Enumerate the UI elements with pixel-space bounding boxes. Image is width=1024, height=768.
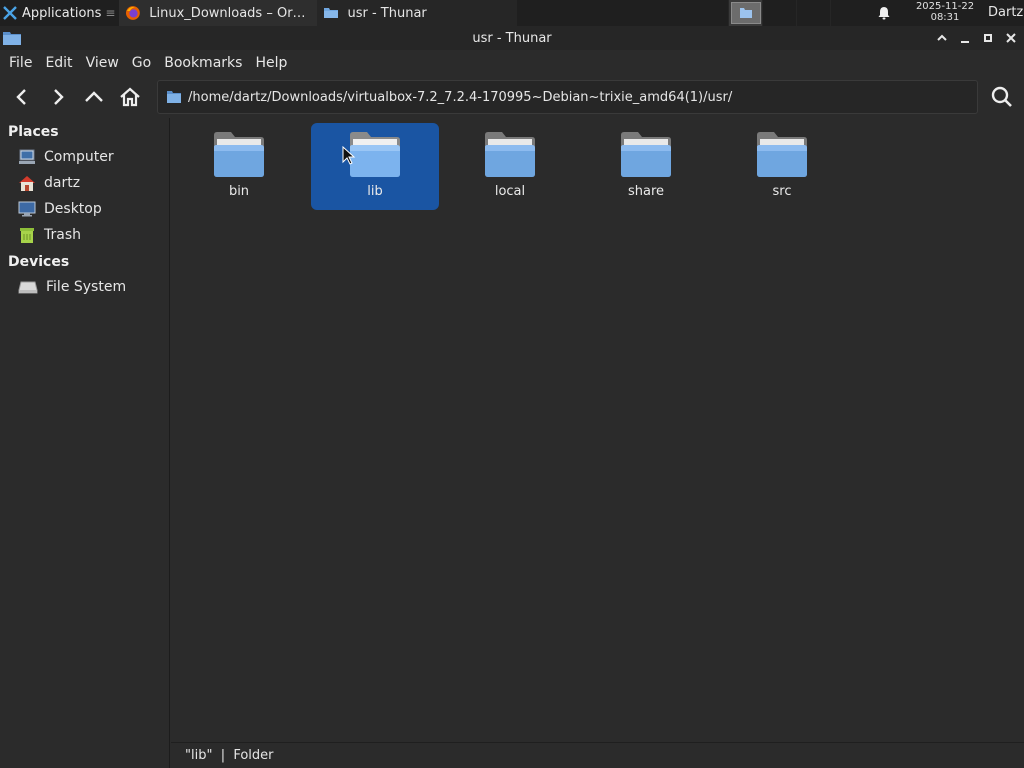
maximize-icon bbox=[983, 34, 992, 42]
sidebar-item-desktop[interactable]: Desktop bbox=[0, 196, 169, 222]
close-icon bbox=[1005, 33, 1016, 43]
menu-edit[interactable]: Edit bbox=[40, 55, 77, 71]
menu-help[interactable]: Help bbox=[250, 55, 292, 71]
menu-go[interactable]: Go bbox=[127, 55, 156, 71]
firefox-icon bbox=[126, 6, 141, 20]
menu-view[interactable]: View bbox=[81, 55, 124, 71]
taskbar-item-firefox[interactable]: Linux_Downloads – Ora… bbox=[119, 0, 318, 26]
folder-icon bbox=[485, 132, 535, 177]
folder-name: lib bbox=[367, 184, 383, 199]
location-bar[interactable]: /home/dartz/Downloads/virtualbox-7.2_7.2… bbox=[157, 80, 978, 114]
search-icon bbox=[991, 86, 1012, 107]
user-menu[interactable]: Dartz bbox=[988, 0, 1023, 26]
notification-area bbox=[876, 0, 892, 26]
computer-icon bbox=[19, 149, 35, 164]
window-controls bbox=[934, 26, 1018, 50]
applications-menu-button[interactable]: Applications ≡ bbox=[0, 0, 119, 26]
sidebar-item-computer[interactable]: Computer bbox=[0, 144, 169, 170]
folder-item-local[interactable]: local bbox=[446, 123, 574, 210]
sidebar-item-filesystem[interactable]: File System bbox=[0, 274, 169, 300]
mouse-cursor-icon bbox=[342, 146, 356, 165]
desktop-icon bbox=[18, 201, 36, 217]
drive-icon bbox=[18, 281, 38, 294]
clock-time: 08:31 bbox=[930, 12, 960, 23]
location-path: /home/dartz/Downloads/virtualbox-7.2_7.2… bbox=[188, 89, 733, 105]
maximize-button[interactable] bbox=[980, 31, 995, 46]
sidebar-section-places: Places bbox=[8, 124, 59, 140]
sidebar-item-home[interactable]: dartz bbox=[0, 170, 169, 196]
sidebar-section-devices: Devices bbox=[8, 254, 70, 270]
top-panel: Applications ≡ Linux_Downloads – Ora… us… bbox=[0, 0, 1024, 26]
parent-folder-button[interactable] bbox=[76, 79, 112, 115]
taskbar-item-thunar[interactable]: usr - Thunar bbox=[317, 0, 518, 26]
home-icon bbox=[19, 176, 35, 191]
folder-item-lib[interactable]: lib bbox=[311, 123, 439, 210]
sidebar-item-label: Computer bbox=[44, 149, 114, 165]
trash-icon bbox=[20, 228, 34, 243]
minimize-icon bbox=[960, 41, 969, 43]
applications-label: Applications bbox=[22, 5, 102, 21]
sidebar-item-trash[interactable]: Trash bbox=[0, 222, 169, 248]
file-view[interactable]: bin lib local share src bbox=[171, 118, 1024, 742]
arrow-right-icon bbox=[54, 89, 64, 105]
folder-name: bin bbox=[228, 184, 250, 199]
window-titlebar[interactable]: usr - Thunar bbox=[0, 26, 1024, 50]
taskbar-item-label: Linux_Downloads – Ora… bbox=[149, 5, 312, 21]
workspace-1[interactable] bbox=[728, 0, 762, 26]
workspace-3[interactable] bbox=[796, 0, 830, 26]
folder-item-src[interactable]: src bbox=[718, 123, 846, 210]
sidebar-item-label: Trash bbox=[44, 227, 81, 243]
back-button[interactable] bbox=[4, 79, 40, 115]
folder-icon bbox=[757, 132, 807, 177]
folder-item-bin[interactable]: bin bbox=[175, 123, 303, 210]
search-button[interactable] bbox=[984, 79, 1020, 115]
arrow-left-icon bbox=[16, 89, 26, 105]
home-icon bbox=[120, 87, 140, 107]
workspace-switcher bbox=[728, 0, 864, 26]
folder-item-share[interactable]: share bbox=[582, 123, 710, 210]
status-text: "lib" | Folder bbox=[185, 748, 274, 763]
folder-name: src bbox=[772, 184, 792, 199]
menu-bar: File Edit View Go Bookmarks Help bbox=[0, 50, 1024, 76]
arrow-up-icon bbox=[85, 91, 103, 102]
status-bar: "lib" | Folder bbox=[171, 742, 1024, 768]
folder-icon bbox=[324, 8, 339, 18]
close-button[interactable] bbox=[1003, 31, 1018, 46]
chevron-up-icon bbox=[936, 34, 947, 41]
taskbar-item-label: usr - Thunar bbox=[347, 5, 427, 21]
clock-date: 2025-11-22 bbox=[915, 1, 975, 12]
menu-file[interactable]: File bbox=[4, 55, 37, 71]
sidebar-item-label: File System bbox=[46, 279, 127, 295]
bell-icon[interactable] bbox=[876, 5, 892, 21]
window-folder-icon[interactable] bbox=[2, 30, 22, 46]
folder-icon bbox=[739, 8, 752, 18]
clock[interactable]: 2025-11-22 08:31 bbox=[908, 1, 982, 23]
folder-icon bbox=[621, 132, 671, 177]
minimize-button[interactable] bbox=[957, 31, 972, 46]
sidebar-item-label: dartz bbox=[44, 175, 81, 191]
toolbar: /home/dartz/Downloads/virtualbox-7.2_7.2… bbox=[0, 76, 1024, 118]
shade-button[interactable] bbox=[934, 31, 949, 46]
workspace-4[interactable] bbox=[830, 0, 864, 26]
folder-icon bbox=[214, 132, 264, 177]
home-button[interactable] bbox=[112, 79, 148, 115]
menu-bookmarks[interactable]: Bookmarks bbox=[159, 55, 247, 71]
sidebar-item-label: Desktop bbox=[44, 201, 102, 217]
applications-separator: ≡ bbox=[105, 6, 116, 20]
forward-button[interactable] bbox=[40, 79, 76, 115]
folder-name: local bbox=[494, 184, 526, 199]
window-title: usr - Thunar bbox=[472, 30, 552, 46]
xfce-logo-icon bbox=[3, 6, 17, 20]
folder-icon bbox=[167, 91, 181, 103]
workspace-2[interactable] bbox=[762, 0, 796, 26]
folder-name: share bbox=[627, 184, 665, 199]
sidebar: Places Computer dartz Desktop Trash Devi… bbox=[0, 118, 170, 768]
